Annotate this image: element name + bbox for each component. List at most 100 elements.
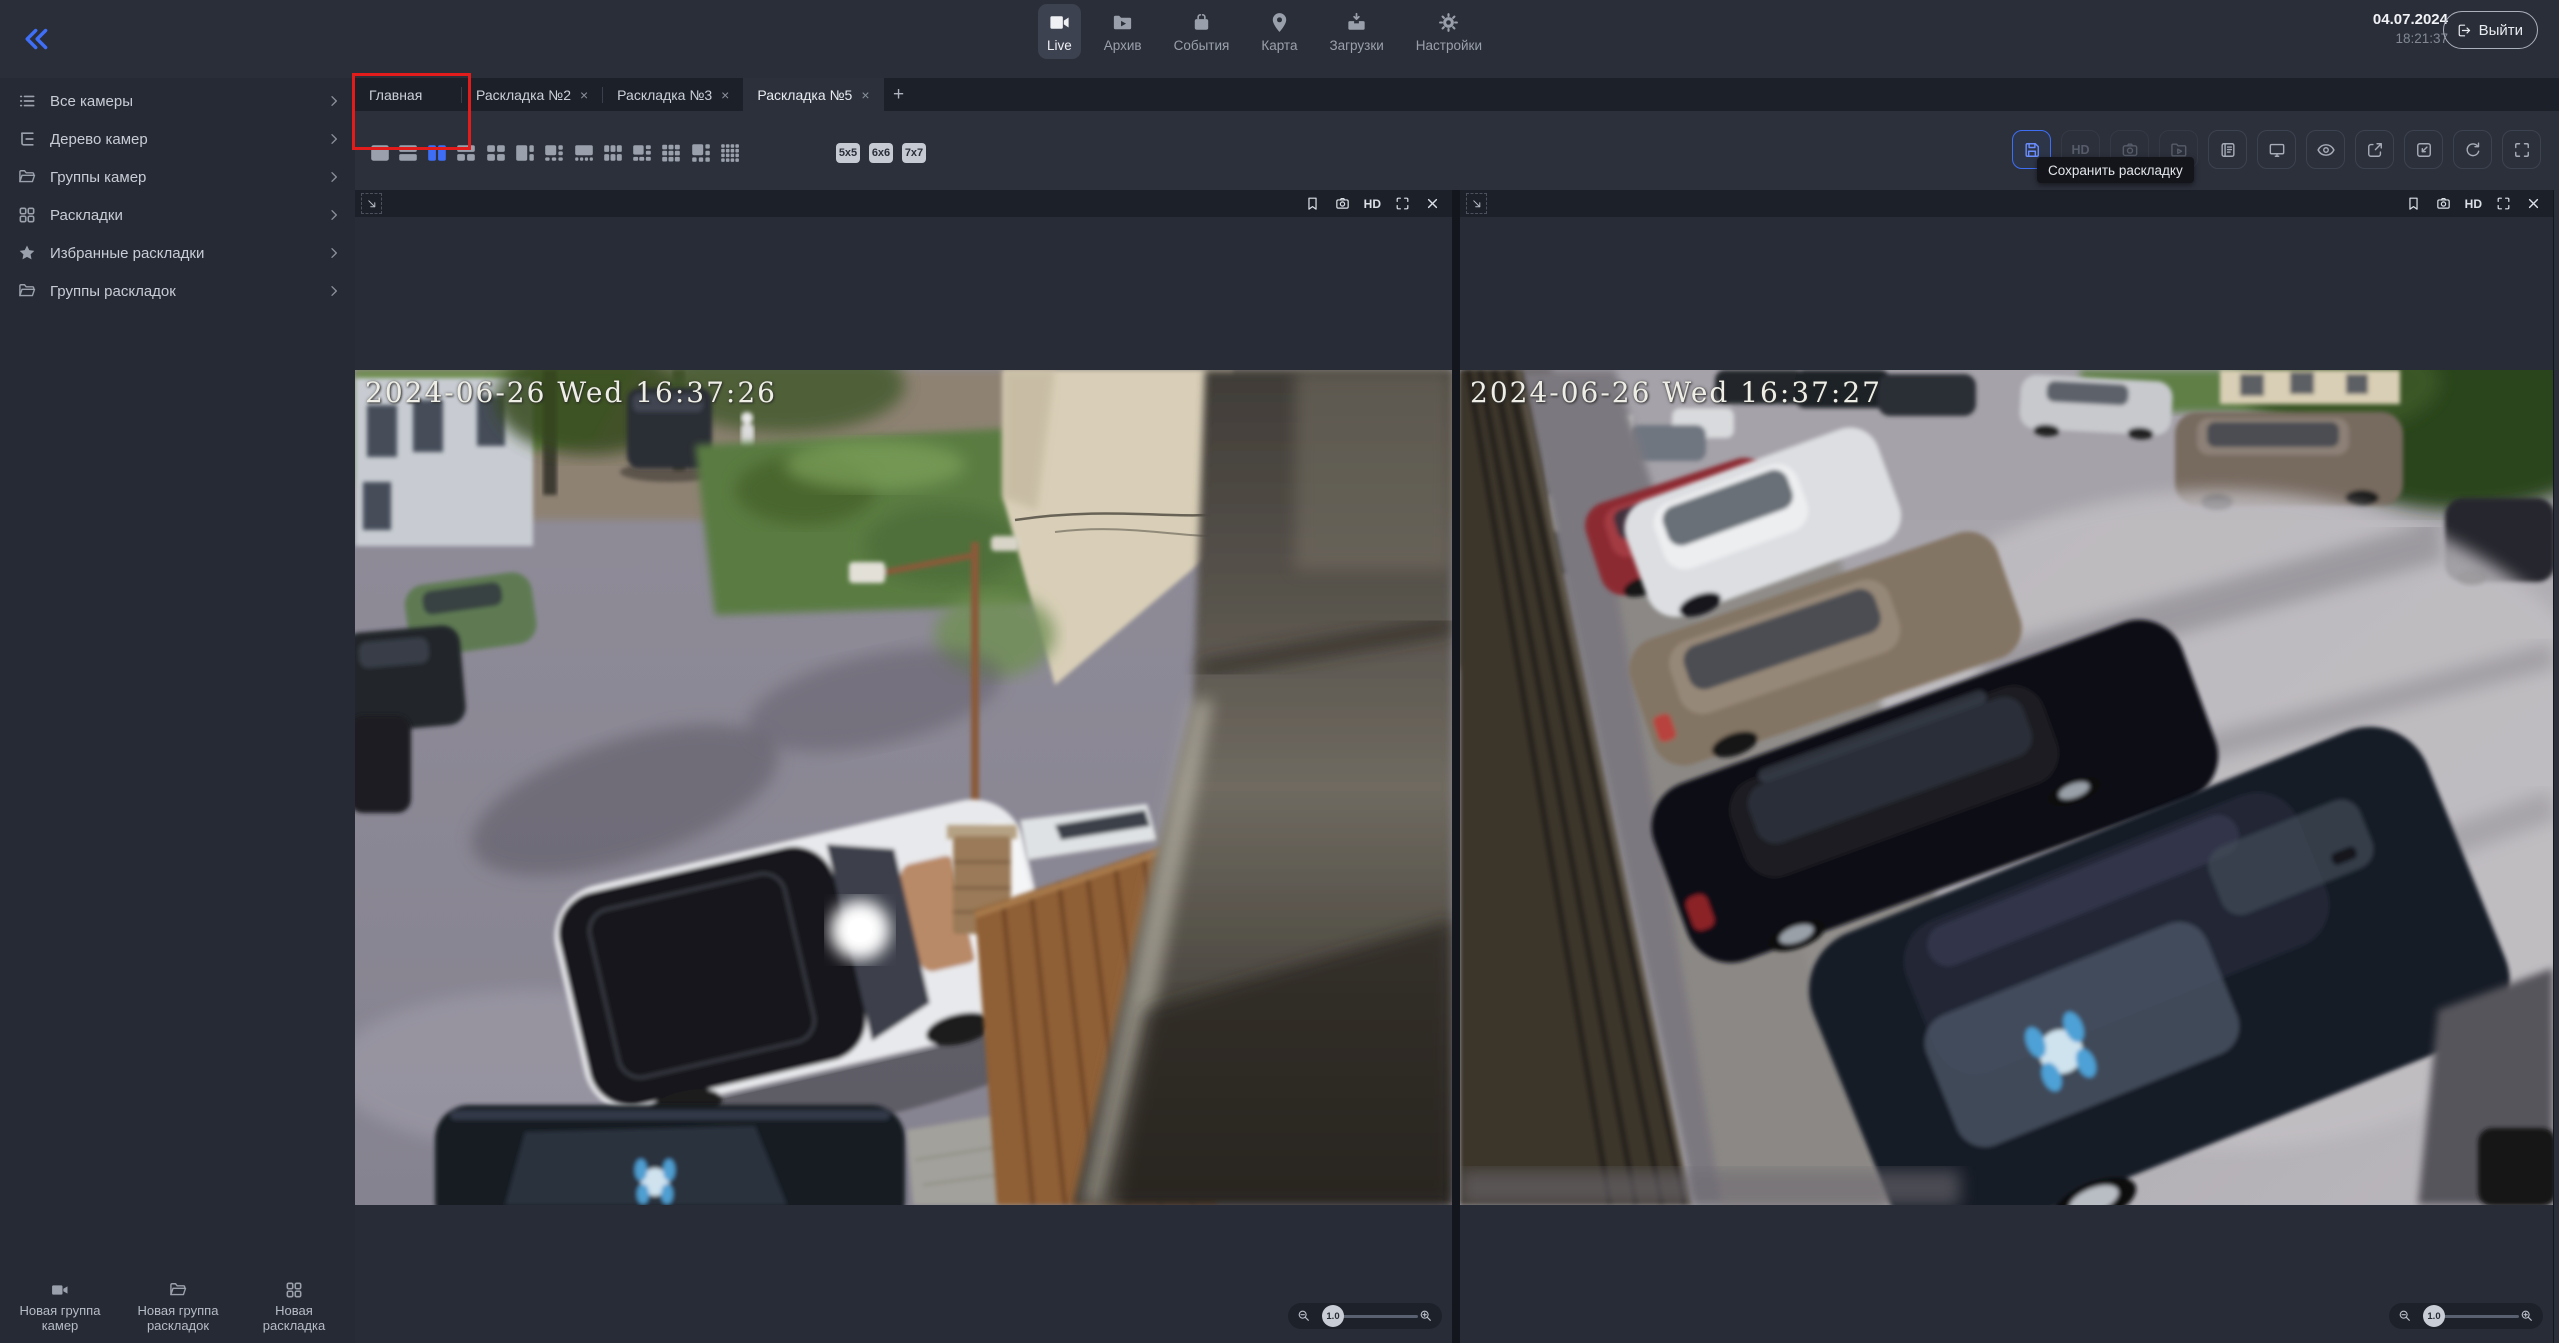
sidebar-item-layout-groups[interactable]: Группы раскладок — [0, 272, 355, 310]
shrink-button[interactable] — [2404, 130, 2443, 169]
camera-feed-parking[interactable]: 2024-06-26 Wed 16:37:27 — [1460, 370, 2553, 1205]
tab-layout-3[interactable]: Раскладка №3× — [603, 78, 743, 111]
layout-2x2-icon[interactable] — [485, 142, 507, 164]
folder-open-icon — [17, 167, 37, 187]
layout-2rows-icon[interactable] — [397, 142, 419, 164]
tile-drag-handle[interactable] — [361, 193, 382, 214]
nav-live[interactable]: Live — [1038, 4, 1081, 59]
sidebar: Все камеры Дерево камер Группы камер Рас… — [0, 78, 355, 1343]
chevron-right-icon — [326, 131, 342, 147]
layout-2cols-icon[interactable] — [426, 142, 448, 164]
tab-layout-2[interactable]: Раскладка №2 × — [462, 78, 602, 111]
tab-layout-5[interactable]: Раскладка №5× — [743, 78, 883, 111]
sidebar-item-camera-groups[interactable]: Группы камер — [0, 158, 355, 196]
video-tile-1: HD — [355, 190, 1452, 1343]
sidebar-item-label: Дерево камер — [50, 131, 326, 148]
export-button[interactable] — [2355, 130, 2394, 169]
zoom-slider-handle[interactable]: 1.0 — [1322, 1305, 1344, 1327]
layout-3x2-icon[interactable] — [602, 142, 624, 164]
sidebar-item-layouts[interactable]: Раскладки — [0, 196, 355, 234]
camera-feed-yard[interactable]: 2024-06-26 Wed 16:37:26 — [355, 370, 1452, 1205]
eye-icon — [2316, 140, 2336, 160]
zoom-control: 1.0 — [1288, 1303, 1442, 1329]
arrow-down-right-icon — [1470, 197, 1484, 211]
collapse-sidebar-icon[interactable] — [18, 22, 52, 56]
view-mode-button[interactable] — [2306, 130, 2345, 169]
tab-close-icon[interactable]: × — [721, 87, 729, 103]
nav-label: Загрузки — [1329, 38, 1383, 53]
zoom-in-icon[interactable] — [2519, 1308, 2535, 1324]
layout-7x7-button[interactable]: 7x7 — [902, 143, 926, 163]
zoom-slider-handle[interactable]: 1.0 — [2423, 1305, 2445, 1327]
layout-6x6-button[interactable]: 6x6 — [869, 143, 893, 163]
logout-button[interactable]: Выйти — [2443, 11, 2538, 49]
hd-toggle[interactable]: HD — [1364, 197, 1381, 211]
zoom-in-icon[interactable] — [1418, 1308, 1434, 1324]
hd-toggle[interactable]: HD — [2465, 197, 2482, 211]
close-icon[interactable] — [1424, 195, 1441, 212]
tab-close-icon[interactable]: × — [861, 87, 869, 103]
layout-1plus2-icon[interactable] — [455, 142, 477, 164]
layout-4x4-icon[interactable] — [719, 142, 741, 164]
clock: 04.07.2024 18:21:37 — [2373, 11, 2448, 46]
layout-1wide-4small-icon[interactable] — [573, 142, 595, 164]
event-log-button[interactable] — [2208, 130, 2247, 169]
monitor-icon — [2267, 140, 2287, 160]
video-camera-icon — [50, 1280, 70, 1300]
close-icon[interactable] — [2525, 195, 2542, 212]
shrink-icon — [2414, 140, 2434, 160]
sidebar-item-favorite-layouts[interactable]: Избранные раскладки — [0, 234, 355, 272]
layout-1x1-icon[interactable] — [369, 142, 391, 164]
share-icon — [2365, 140, 2385, 160]
new-camera-group-button[interactable]: Новая группакамер — [4, 1280, 116, 1333]
zoom-slider-track[interactable] — [2434, 1315, 2519, 1318]
star-icon — [17, 243, 37, 263]
layout-5x5-button[interactable]: 5x5 — [836, 143, 860, 163]
fullscreen-icon — [2512, 140, 2532, 160]
layout-1big-3x3-icon[interactable] — [631, 142, 653, 164]
sidebar-bottom-actions: Новая группакамер Новая группараскладок … — [0, 1276, 355, 1343]
chevron-right-icon — [326, 207, 342, 223]
camera-icon[interactable] — [1334, 195, 1351, 212]
bookmark-icon[interactable] — [1304, 195, 1321, 212]
layout-toolbar: 5x5 6x6 7x7 HD Сохранить раскладку — [355, 111, 2559, 190]
sidebar-item-camera-tree[interactable]: Дерево камер — [0, 120, 355, 158]
sidebar-item-label: Группы камер — [50, 169, 326, 186]
tab-close-icon[interactable]: × — [580, 87, 588, 103]
expand-icon[interactable] — [1394, 195, 1411, 212]
nav-label: Карта — [1261, 38, 1297, 53]
nav-settings[interactable]: Настройки — [1407, 4, 1491, 59]
nav-map[interactable]: Карта — [1252, 4, 1306, 59]
fullscreen-button[interactable] — [2502, 130, 2541, 169]
zoom-out-icon[interactable] — [1296, 1308, 1312, 1324]
expand-icon[interactable] — [2495, 195, 2512, 212]
layout-1big-2right-icon[interactable] — [514, 142, 536, 164]
zoom-out-icon[interactable] — [2397, 1308, 2413, 1324]
bookmark-icon[interactable] — [2405, 195, 2422, 212]
current-time: 18:21:37 — [2373, 31, 2448, 46]
top-bar: Live Архив События Карта Загрузки Настро… — [0, 0, 2559, 78]
new-layout-group-button[interactable]: Новая группараскладок — [122, 1280, 234, 1333]
sidebar-item-all-cameras[interactable]: Все камеры — [0, 82, 355, 120]
button-label-line1: Новая — [275, 1303, 313, 1318]
zoom-slider-track[interactable] — [1333, 1315, 1418, 1318]
camera-icon[interactable] — [2435, 195, 2452, 212]
layout-1big-4x4-icon[interactable] — [690, 142, 712, 164]
add-tab-button[interactable]: + — [884, 78, 914, 111]
tile-drag-handle[interactable] — [1466, 193, 1487, 214]
monitor-button[interactable] — [2257, 130, 2296, 169]
list-icon — [17, 91, 37, 111]
nav-label: Настройки — [1416, 38, 1482, 53]
layout-1big-5small-icon[interactable] — [543, 142, 565, 164]
tile-header: HD — [1460, 190, 2553, 217]
layout-3x3-icon[interactable] — [660, 142, 682, 164]
tab-glavnaya[interactable]: Главная — [355, 78, 461, 111]
tab-label: Раскладка №2 — [476, 87, 571, 103]
nav-archive[interactable]: Архив — [1095, 4, 1151, 59]
chevron-right-icon — [326, 169, 342, 185]
refresh-button[interactable] — [2453, 130, 2492, 169]
nav-events[interactable]: События — [1165, 4, 1239, 59]
nav-downloads[interactable]: Загрузки — [1320, 4, 1392, 59]
new-layout-button[interactable]: Новаяраскладка — [238, 1280, 350, 1333]
nav-label: События — [1174, 38, 1230, 53]
